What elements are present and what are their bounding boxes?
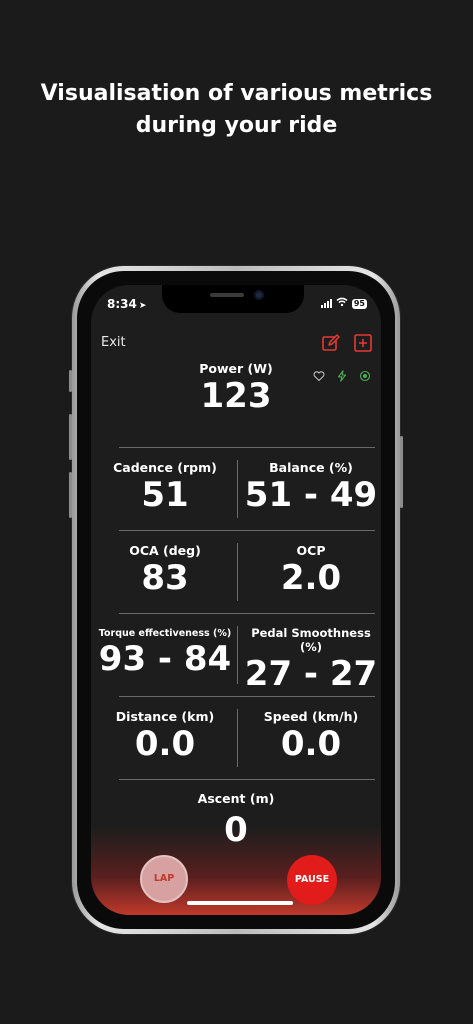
phone-bezel: 8:34 ➤ 95 Exit Power (W) 123 Cadence (rp… — [77, 271, 395, 929]
speaker-grille — [210, 293, 244, 297]
wifi-icon — [336, 297, 348, 310]
balance-value: 51 - 49 — [244, 475, 378, 515]
balance-metric: Balance (%) 51 - 49 — [239, 448, 381, 530]
pedal-smoothness-metric: Pedal Smoothness (%) 27 - 27 — [239, 614, 381, 696]
metric-row-1: Cadence (rpm) 51 Balance (%) 51 - 49 — [91, 448, 381, 530]
torque-effectiveness-value: 93 - 84 — [98, 639, 232, 679]
vertical-divider — [237, 709, 238, 767]
lap-button[interactable]: LAP — [140, 855, 188, 903]
phone-frame: 8:34 ➤ 95 Exit Power (W) 123 Cadence (rp… — [69, 266, 403, 934]
cadence-label: Cadence (rpm) — [113, 460, 217, 475]
metric-row-4: Distance (km) 0.0 Speed (km/h) 0.0 — [91, 697, 381, 779]
phone-side-button-power — [400, 436, 403, 508]
cadence-value: 51 — [141, 475, 189, 515]
speed-metric: Speed (km/h) 0.0 — [239, 697, 381, 779]
top-bar: Exit — [91, 331, 381, 357]
edit-icon[interactable] — [321, 333, 341, 353]
status-time: 8:34 ➤ — [107, 297, 146, 311]
vertical-divider — [237, 543, 238, 601]
ascent-label: Ascent (m) — [197, 791, 275, 806]
front-camera — [254, 290, 264, 300]
power-value: 123 — [200, 376, 272, 416]
pause-button[interactable]: PAUSE — [287, 855, 337, 905]
oca-value: 83 — [141, 558, 189, 598]
vertical-divider — [237, 626, 238, 684]
heart-icon — [313, 367, 325, 382]
torque-effectiveness-metric: Torque effectiveness (%) 93 - 84 — [91, 614, 239, 696]
distance-value: 0.0 — [134, 724, 196, 764]
cadence-metric: Cadence (rpm) 51 — [91, 448, 239, 530]
pedal-smoothness-value: 27 - 27 — [244, 654, 378, 694]
power-metric: Power (W) 123 — [91, 361, 381, 435]
metric-row-3: Torque effectiveness (%) 93 - 84 Pedal S… — [91, 614, 381, 696]
location-arrow-icon: ➤ — [138, 301, 147, 311]
speed-value: 0.0 — [280, 724, 342, 764]
power-bolt-icon — [336, 367, 348, 382]
oca-label: OCA (deg) — [129, 543, 201, 558]
balance-label: Balance (%) — [269, 460, 353, 475]
gps-target-icon — [359, 367, 371, 382]
status-time-text: 8:34 — [107, 297, 137, 311]
ocp-label: OCP — [296, 543, 326, 558]
speed-label: Speed (km/h) — [263, 709, 359, 724]
ascent-value: 0 — [224, 810, 248, 850]
ascent-metric: Ascent (m) 0 — [91, 779, 381, 850]
status-icons: 95 — [320, 297, 367, 310]
phone-side-button-mute — [69, 370, 72, 392]
notch — [162, 285, 304, 313]
cellular-signal-icon — [320, 299, 332, 308]
home-indicator[interactable] — [187, 901, 293, 905]
pedal-smoothness-label: Pedal Smoothness (%) — [251, 626, 371, 654]
distance-label: Distance (km) — [115, 709, 215, 724]
phone-side-button-volume-down — [69, 472, 72, 518]
distance-metric: Distance (km) 0.0 — [91, 697, 239, 779]
sensor-status-icons — [313, 367, 371, 382]
add-icon[interactable] — [353, 333, 373, 353]
vertical-divider — [237, 460, 238, 518]
battery-indicator: 95 — [351, 298, 367, 309]
exit-button[interactable]: Exit — [101, 335, 126, 350]
ocp-value: 2.0 — [280, 558, 342, 598]
oca-metric: OCA (deg) 83 — [91, 531, 239, 613]
headline-line-2: during your ride — [135, 113, 338, 138]
torque-effectiveness-label: Torque effectiveness (%) — [98, 628, 232, 639]
headline: Visualisation of various metrics during … — [0, 78, 473, 142]
app-screen: 8:34 ➤ 95 Exit Power (W) 123 Cadence (rp… — [91, 285, 381, 915]
headline-line-1: Visualisation of various metrics — [40, 81, 433, 106]
ocp-metric: OCP 2.0 — [239, 531, 381, 613]
metric-row-2: OCA (deg) 83 OCP 2.0 — [91, 531, 381, 613]
phone-side-button-volume-up — [69, 414, 72, 460]
